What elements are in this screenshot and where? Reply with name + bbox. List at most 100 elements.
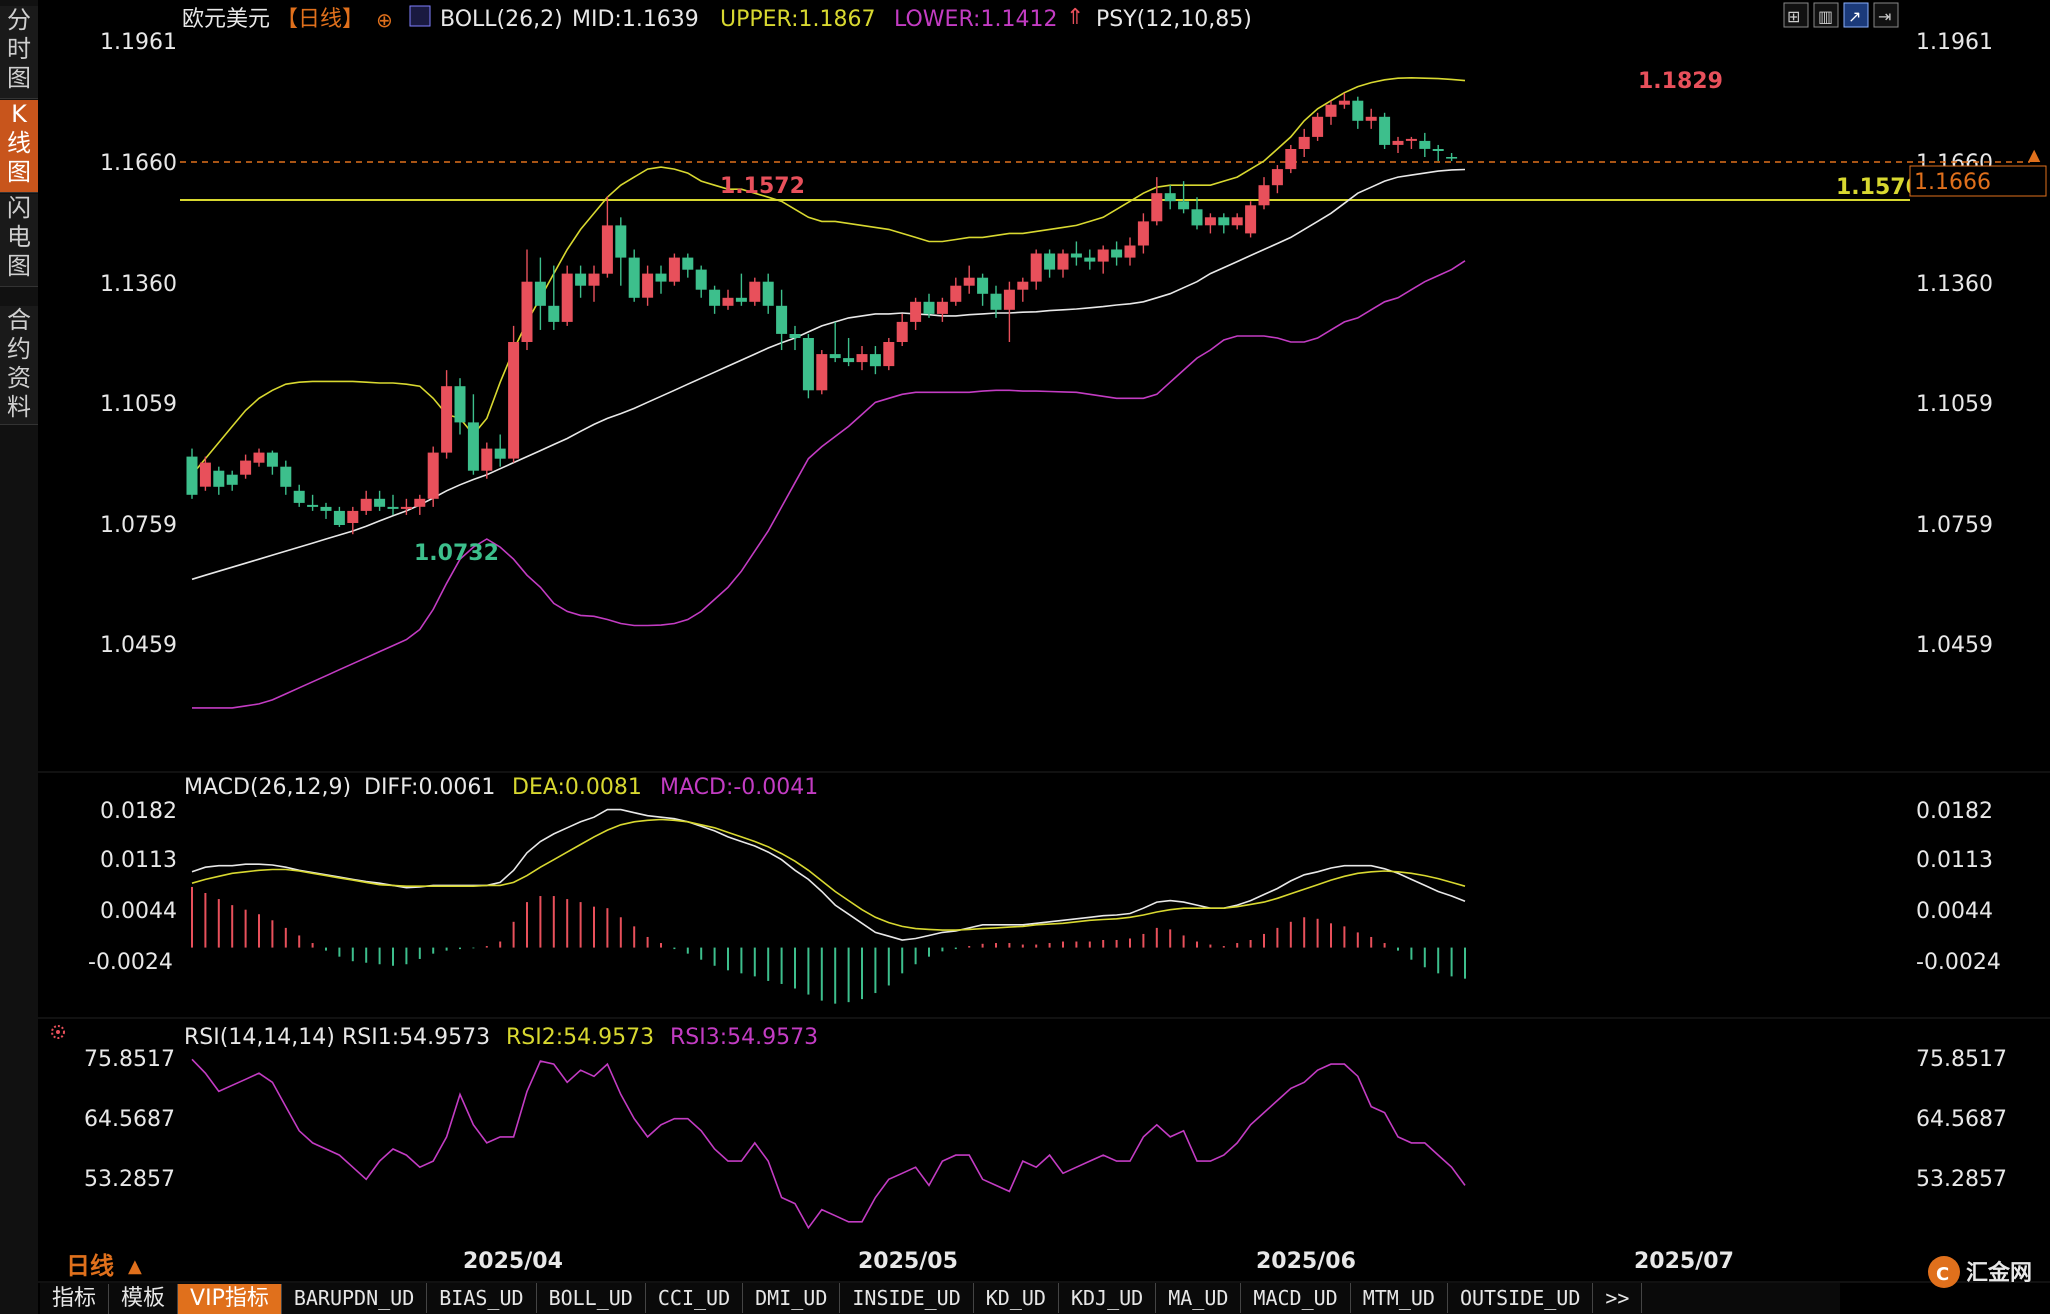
crosshair-icon[interactable]: ⊕ [376,8,393,32]
main-y-axis: 1.1961 1.1961 1.1660 1.1660 1.1360 1.136… [100,30,1993,658]
candle-body [642,273,654,298]
tick-label: 0.0182 [100,799,177,824]
candle-body [1084,257,1096,262]
candle-body [709,289,721,306]
candle-body [199,462,211,487]
tab-mtm-ud[interactable]: MTM_UD [1351,1283,1448,1313]
tab-template[interactable]: 模板 [109,1284,179,1314]
candle-body [910,301,922,322]
tick-label: 1.0759 [1916,513,1993,538]
candle-body [856,354,868,363]
candle-body [1044,253,1056,270]
tick-label: 0.0044 [100,899,177,924]
candle-body [1325,104,1337,117]
settings-dot-icon-core [56,1030,60,1034]
candle-body [1419,140,1431,149]
candle-body [454,386,466,423]
trading-terminal: 分时图 K线图 闪电图 合约资料 欧元美元 【日线】 ⊕ BOLL(26,2) … [0,0,2050,1314]
macd-plot [191,808,1466,1004]
time-label: 2025/04 [463,1249,563,1274]
candle-body [548,305,560,322]
tick-label: 1.1961 [100,30,177,55]
candle-body [1070,253,1082,258]
tab-dmi-ud[interactable]: DMI_UD [743,1283,841,1313]
tick-label: 0.0182 [1916,799,1993,824]
candle-body [762,281,774,306]
rsi-line [191,1058,1466,1230]
tick-label: 1.1059 [1916,392,1993,417]
candle-body [1312,116,1324,137]
expand-icon-glyph: ⇥ [1878,7,1891,26]
tab-vip-indicator[interactable]: VIP指标 [178,1284,282,1314]
candle-body [293,490,305,503]
rsi-plot [191,1058,1466,1230]
bar-chart-icon-glyph: ▥ [1818,7,1833,26]
candle-body [481,448,493,471]
chart-canvas[interactable]: 欧元美元 【日线】 ⊕ BOLL(26,2) MID:1.1639 UPPER:… [0,0,2050,1314]
tab-more[interactable]: >> [1593,1283,1643,1313]
rsi-title: RSI(14,14,14) [184,1025,335,1050]
candle-body [508,342,520,459]
tick-label: 75.8517 [1916,1047,2007,1072]
candle-body [1298,136,1310,149]
candle-body [360,498,372,511]
tick-label: 1.0759 [100,513,177,538]
boll-label: BOLL(26,2) [440,7,563,32]
tab-boll-ud[interactable]: BOLL_UD [537,1283,646,1313]
tab-cci-ud[interactable]: CCI_UD [646,1283,744,1313]
macd-title: MACD(26,12,9) [184,775,351,800]
candle-body [467,422,479,471]
tab-indicator[interactable]: 指标 [40,1284,110,1314]
candle-body [400,506,412,509]
tab-kdj-ud[interactable]: KDJ_UD [1059,1283,1157,1313]
tab-barupdn-ud[interactable]: BARUPDN_UD [282,1283,428,1313]
candle-body [1245,205,1257,234]
candle-body [1379,116,1391,145]
candle-body [682,257,694,270]
candle-body [1057,253,1069,270]
tab-kd-ud[interactable]: KD_UD [974,1283,1059,1313]
tick-label: -0.0024 [88,950,173,975]
candle-body [1017,281,1029,290]
high-price-label: 1.1829 [1638,69,1723,94]
tick-label: 1.1660 [100,151,177,176]
candle-body [963,277,975,286]
candle-body [1352,100,1364,121]
candle-body [575,273,587,286]
candle-body [869,354,881,367]
tick-label: 64.5687 [1916,1107,2007,1132]
low-price-label: 1.0732 [414,541,499,566]
rsi1-value: RSI1:54.9573 [342,1025,490,1050]
candle-body [307,504,319,507]
period-selector-arrow-icon[interactable]: ▲ [128,1256,142,1277]
symbol-name: 欧元美元 [182,7,270,32]
tab-outside-ud[interactable]: OUTSIDE_UD [1448,1283,1594,1313]
time-label: 2025/06 [1256,1249,1356,1274]
candle-body [1218,217,1230,226]
candle-body [1178,201,1190,210]
candle-body [1285,149,1297,170]
candle-body [1446,157,1458,159]
tick-label: 0.0044 [1916,899,1993,924]
period-selector[interactable]: 日线 [66,1252,114,1280]
tick-label: 1.0459 [100,633,177,658]
mid-high-price-label: 1.1572 [720,174,805,199]
candle-body [414,498,426,507]
tick-label: 1.1360 [1916,272,1993,297]
candle-body [347,510,359,523]
candle-body [601,225,613,274]
tab-bias-ud[interactable]: BIAS_UD [427,1283,537,1313]
period-label: 【日线】 [276,7,364,32]
boll-upper-value: UPPER:1.1867 [720,7,876,32]
tick-label: 1.0459 [1916,633,1993,658]
bottom-tab-bar: 指标 模板 VIP指标 BARUPDN_UD BIAS_UD BOLL_UD CCI_UD D… [40,1283,1840,1314]
candle-body [1231,217,1243,226]
candle-body [494,448,506,459]
tab-ma-ud[interactable]: MA_UD [1156,1283,1242,1313]
candle-body [936,301,948,314]
candle-body [776,305,788,334]
tab-inside-ud[interactable]: INSIDE_UD [840,1283,974,1313]
boll-indicator-icon[interactable] [409,5,431,27]
tick-label: 53.2857 [84,1167,175,1192]
tab-macd-ud[interactable]: MACD_UD [1241,1283,1351,1313]
